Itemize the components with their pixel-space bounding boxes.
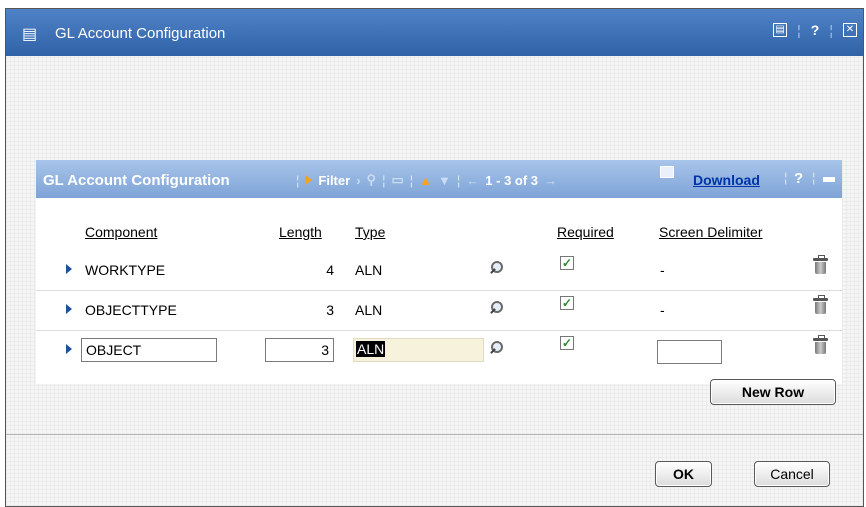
lookup-icon[interactable] [490,301,503,314]
type-value: ALN [355,262,383,278]
table-row-editing: ALN ✓ [36,330,842,370]
table-row: OBJECTTYPE 3 ALN ✓ - [36,290,842,331]
bookmark-icon[interactable]: ▤ [773,23,788,37]
table-title: GL Account Configuration [43,172,230,189]
component-value: WORKTYPE [85,262,166,278]
separator: ¦ [812,170,816,185]
table-row: WORKTYPE 4 ALN ✓ - [36,250,842,291]
table-tools: ¦ Filter › ⚲ ¦ ▭ ¦ ▲ ▼ ¦ ← 1 - 3 of 3 → [296,172,557,188]
binoculars-icon[interactable]: ⚲ [367,172,377,188]
expand-row-icon[interactable] [66,264,72,274]
gl-account-configuration-dialog: ▤ GL Account Configuration ▤ ¦ ? ¦ ✕ GL … [5,8,864,507]
length-input[interactable] [265,338,334,362]
title-bar-controls: ▤ ¦ ? ¦ ✕ [773,22,857,38]
separator: ¦ [829,22,833,38]
screen-delimiter-value: - [660,302,665,318]
expand-row-icon[interactable] [66,344,72,354]
type-value: ALN [355,302,383,318]
expand-row-icon[interactable] [66,304,72,314]
separator: ¦ [382,172,386,188]
type-input-selected-text: ALN [356,341,386,357]
next-arrow-icon[interactable]: → [544,173,557,188]
column-header-component[interactable]: Component [85,224,157,240]
dialog-icon: ▤ [22,26,38,43]
table-toolbar: GL Account Configuration ¦ Filter › ⚲ ¦ … [36,160,842,198]
dialog-title-bar: ▤ GL Account Configuration ▤ ¦ ? ¦ ✕ [6,9,863,56]
separator: ¦ [456,172,461,188]
required-checkbox: ✓ [560,256,574,270]
column-header-screen-delimiter[interactable]: Screen Delimiter [659,224,762,240]
previous-arrow-icon[interactable]: ← [466,173,479,188]
screen-delimiter-input[interactable] [657,340,722,364]
length-value: 4 [326,262,334,278]
screen-delimiter-value: - [660,262,665,278]
download-icon[interactable] [660,166,674,178]
required-checkbox[interactable]: ✓ [560,336,574,350]
filter-button[interactable]: Filter [318,173,350,188]
footer-divider [6,434,863,435]
download-link[interactable]: Download [693,172,760,188]
component-input[interactable] [81,338,217,362]
separator: ¦ [409,172,414,188]
filter-arrow-icon [305,175,313,185]
separator: ¦ [296,172,300,188]
cancel-button[interactable]: Cancel [754,461,830,487]
separator: ¦ [784,170,788,185]
separator: ¦ [797,22,801,38]
pagination-text: 1 - 3 of 3 [485,172,539,188]
lookup-icon[interactable] [490,341,503,354]
delete-row-icon[interactable] [813,295,828,314]
required-checkbox: ✓ [560,296,574,310]
delete-row-icon[interactable] [813,335,828,354]
help-icon[interactable]: ? [811,22,820,38]
dialog-title: GL Account Configuration [55,25,226,42]
column-header-required[interactable]: Required [557,224,614,240]
clear-filter-icon[interactable]: ▭ [391,172,403,188]
table-help-icon[interactable]: ? [794,170,803,187]
column-header-length[interactable]: Length [279,224,322,240]
next-row-icon[interactable]: ▼ [438,173,451,188]
length-value: 3 [326,302,334,318]
table-panel: GL Account Configuration ¦ Filter › ⚲ ¦ … [36,160,842,405]
filter-expand-icon: › [356,172,361,188]
close-icon[interactable]: ✕ [843,23,857,37]
type-input[interactable]: ALN [353,338,484,362]
minimize-icon[interactable] [823,177,835,182]
new-row-button[interactable]: New Row [710,379,836,405]
delete-row-icon[interactable] [813,255,828,274]
component-value: OBJECTTYPE [85,302,177,318]
previous-page-icon[interactable]: ▲ [419,173,432,188]
column-header-type[interactable]: Type [355,224,385,240]
ok-button[interactable]: OK [655,461,712,487]
lookup-icon[interactable] [490,261,503,274]
